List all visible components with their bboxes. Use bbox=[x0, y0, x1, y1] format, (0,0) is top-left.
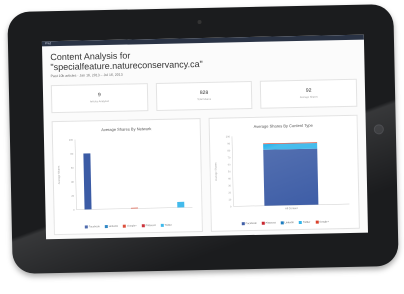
y-tick-label: 20 bbox=[228, 191, 231, 194]
legend-item: Facebook bbox=[241, 221, 257, 226]
legend-label: Twitter bbox=[164, 223, 172, 227]
summary-value: 9 bbox=[97, 92, 101, 99]
network-chart-panel: Average Shares By Network 0 20 40 60 80 100 Av… bbox=[51, 118, 203, 236]
summary-card-average-shares: 92 Average Shares bbox=[260, 78, 358, 109]
summary-label: Total Shares bbox=[197, 97, 212, 102]
summary-value: 828 bbox=[199, 89, 209, 97]
legend-item: Twitter bbox=[160, 223, 172, 227]
legend-label: LinkedIn bbox=[108, 224, 119, 228]
y-tick-label: 60 bbox=[71, 167, 74, 170]
bar-google-plus bbox=[130, 207, 138, 209]
legend-item: Pinterest bbox=[141, 224, 156, 228]
legend-item: Twitter bbox=[298, 220, 311, 225]
chart-legend: Facebook LinkedIn Google+ Pinterest Twitter bbox=[55, 223, 202, 229]
stacked-segment-twitter bbox=[263, 143, 318, 150]
legend-item: LinkedIn bbox=[280, 221, 295, 225]
legend-label: Pinterest bbox=[145, 224, 156, 228]
summary-label: Average Shares bbox=[299, 95, 318, 99]
legend-swatch bbox=[104, 225, 108, 229]
content-type-chart-panel: Average Shares By Content Type 0 10 20 30 40… bbox=[208, 114, 360, 232]
legend-item: LinkedIn bbox=[104, 224, 119, 229]
chart-title: Average Shares By Content Type bbox=[253, 122, 313, 129]
y-tick-label: 60 bbox=[228, 163, 231, 166]
legend-label: Pinterest bbox=[265, 221, 276, 225]
legend-item: Facebook bbox=[84, 225, 100, 229]
legend-swatch bbox=[315, 220, 319, 224]
y-tick-label: 100 bbox=[226, 135, 231, 138]
y-axis-label: Average Shares bbox=[213, 162, 217, 181]
camera-icon bbox=[197, 20, 202, 25]
legend-label: Facebook bbox=[245, 221, 257, 226]
y-tick-label: 40 bbox=[71, 181, 74, 184]
status-left: iPad bbox=[44, 41, 52, 46]
summary-card-total-shares: 828 Total Shares bbox=[155, 80, 253, 111]
content-type-chart: 0 10 20 30 40 50 60 70 80 90 100 Average Shares All … bbox=[213, 135, 350, 210]
y-tick-label: 10 bbox=[228, 198, 231, 201]
bar-facebook bbox=[83, 153, 92, 210]
summary-value: 92 bbox=[305, 87, 312, 94]
network-chart: 0 20 40 60 80 100 Average Shares bbox=[57, 139, 193, 212]
y-tick-label: 80 bbox=[227, 149, 230, 152]
x-category-label: All Content bbox=[285, 206, 298, 210]
y-tick-label: 50 bbox=[228, 170, 231, 173]
y-axis-label: Average Shares bbox=[57, 165, 61, 184]
charts-row: Average Shares By Network 0 20 40 60 80 100 Av… bbox=[51, 114, 360, 236]
y-axis-line bbox=[74, 139, 77, 210]
y-axis-line bbox=[231, 136, 234, 207]
bar-twitter bbox=[177, 201, 185, 208]
tablet-frame: iPad Content Analysis for "specialfeatur… bbox=[7, 3, 399, 275]
legend-label: LinkedIn bbox=[284, 221, 295, 225]
legend-label: Google+ bbox=[127, 224, 137, 228]
summary-row: 9 Articles Analyzed 828 Total Shares 92 … bbox=[50, 78, 358, 114]
y-tick-label: 30 bbox=[228, 184, 231, 187]
legend-label: Twitter bbox=[302, 220, 311, 224]
home-button[interactable] bbox=[373, 124, 384, 135]
y-tick-label: 0 bbox=[230, 205, 232, 208]
y-tick-label: 100 bbox=[69, 139, 74, 142]
legend-swatch bbox=[261, 221, 265, 225]
y-tick-label: 70 bbox=[228, 156, 231, 159]
legend-swatch bbox=[298, 220, 303, 225]
legend-item: Pinterest bbox=[261, 221, 276, 225]
legend-label: Google+ bbox=[319, 220, 329, 224]
legend-swatch bbox=[241, 222, 245, 226]
legend-swatch bbox=[84, 225, 88, 229]
y-tick-label: 20 bbox=[71, 195, 74, 198]
legend-swatch bbox=[123, 224, 127, 228]
report-content: Content Analysis for "specialfeature.nat… bbox=[42, 40, 368, 240]
y-tick-label: 0 bbox=[73, 209, 75, 212]
y-tick-label: 90 bbox=[227, 142, 230, 145]
y-tick-label: 40 bbox=[228, 177, 231, 180]
legend-label: Facebook bbox=[88, 225, 100, 229]
legend-swatch bbox=[160, 223, 164, 227]
y-tick-label: 80 bbox=[70, 153, 73, 156]
chart-legend: Facebook Pinterest LinkedIn Twitter Google+ bbox=[212, 220, 359, 226]
summary-card-articles: 9 Articles Analyzed bbox=[50, 83, 149, 114]
legend-swatch bbox=[280, 221, 284, 225]
legend-item: Google+ bbox=[315, 220, 329, 224]
legend-swatch bbox=[141, 224, 145, 228]
chart-title: Average Shares By Network bbox=[101, 126, 152, 133]
legend-item: Google+ bbox=[123, 224, 137, 228]
stacked-segment-facebook bbox=[263, 148, 319, 206]
summary-label: Articles Analyzed bbox=[89, 99, 110, 104]
tablet-screen: iPad Content Analysis for "specialfeatur… bbox=[41, 34, 368, 240]
